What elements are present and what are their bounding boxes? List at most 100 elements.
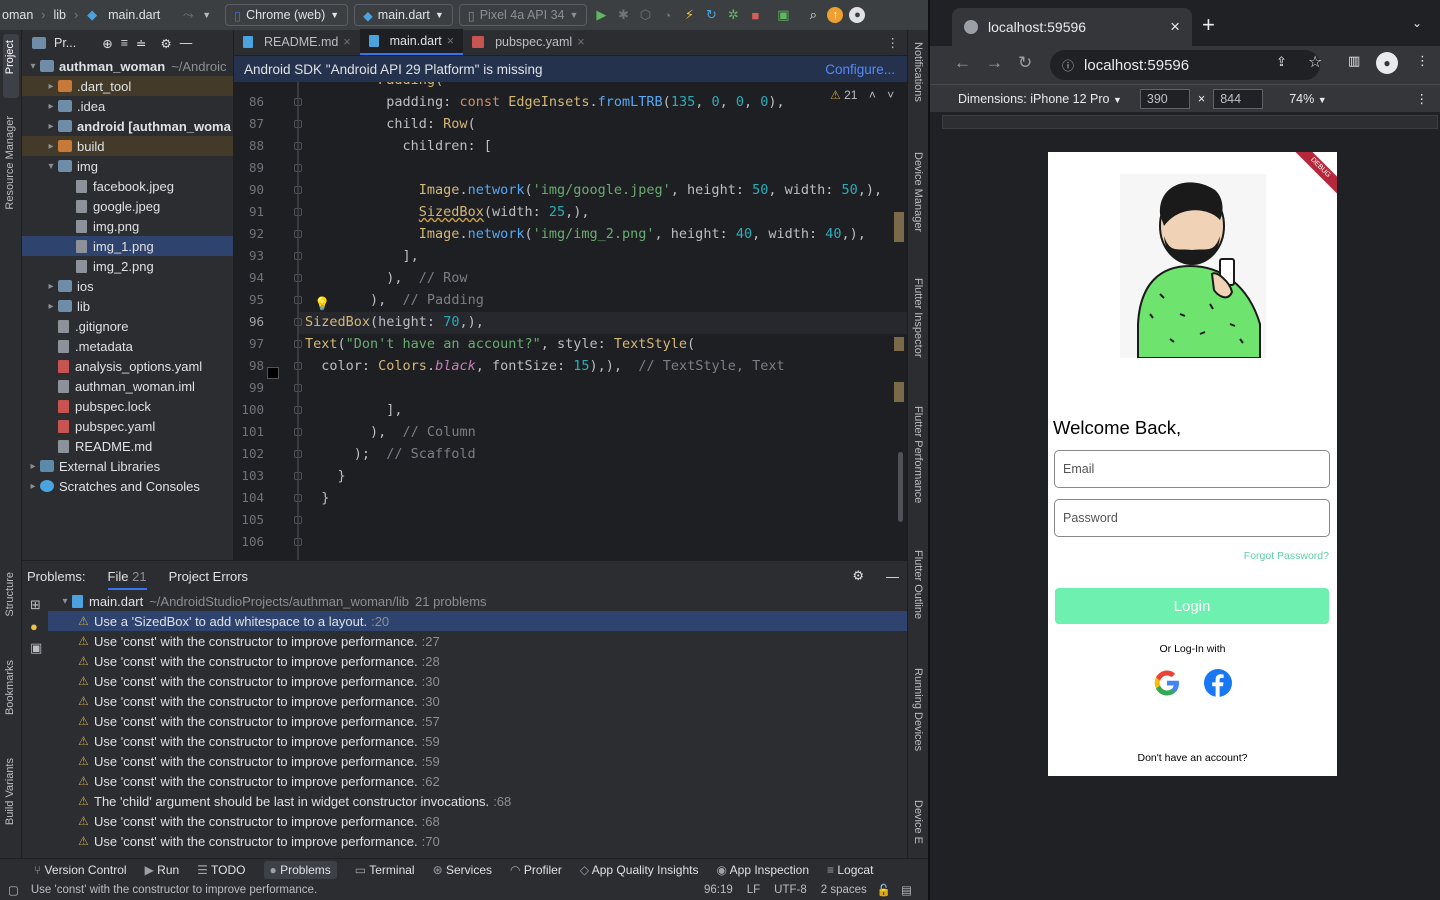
chevron-down-icon[interactable]: ▾ (44, 161, 58, 172)
chevron-down-icon[interactable]: ˅ (887, 88, 894, 102)
chevron-right-icon[interactable]: ▸ (44, 301, 58, 312)
group-icon[interactable]: ⊞ (30, 597, 48, 613)
toolwindow-services[interactable]: ⊛ Services (433, 863, 492, 877)
sidepanel-icon[interactable]: ▥ (1348, 53, 1360, 69)
viewport-height-input[interactable]: 844 (1213, 88, 1264, 109)
chevron-right-icon[interactable]: ▸ (44, 281, 58, 292)
color-swatch-black[interactable] (267, 367, 279, 379)
tree-item[interactable]: ▸ build (22, 136, 233, 156)
locate-icon[interactable]: ⊕ (102, 36, 112, 51)
toolwindow-running-devices[interactable]: Running Devices (912, 668, 924, 751)
chevron-right-icon[interactable]: ▸ (44, 81, 58, 92)
more-tabs-icon[interactable]: ⋮ (887, 35, 900, 50)
chevron-right-icon[interactable]: ▸ (26, 481, 40, 492)
breadcrumb-file[interactable]: main.dart (106, 8, 162, 22)
forgot-password-link[interactable]: Forgot Password? (1244, 550, 1329, 562)
tree-item[interactable]: ▸ lib (22, 296, 233, 316)
toolwindow-flutter-performance[interactable]: Flutter Performance (912, 406, 924, 503)
lightbulb-icon[interactable]: ● (30, 619, 48, 634)
configure-link[interactable]: Configure... (825, 62, 895, 77)
emulator-selector[interactable]: ▯ Pixel 4a API 34 ▼ (458, 4, 588, 26)
expand-all-icon[interactable]: ≡ (121, 36, 128, 50)
close-icon[interactable]: × (1170, 17, 1180, 37)
tree-item[interactable]: ▸ .dart_tool (22, 76, 233, 96)
toolwindow-structure[interactable]: Structure (4, 572, 16, 617)
share-icon[interactable]: ⇪ (1276, 54, 1287, 70)
toolwindow-build-variants[interactable]: Build Variants (4, 758, 16, 825)
profile-icon[interactable]: ◔ (659, 7, 675, 23)
chevron-right-icon[interactable]: ▸ (44, 141, 58, 152)
toolwindow-problems[interactable]: ● Problems (263, 860, 337, 879)
search-icon[interactable]: ⌕ (805, 7, 821, 23)
tree-item[interactable]: ▸ External Libraries (22, 456, 233, 476)
forward-icon[interactable]: → (986, 53, 1003, 73)
collapse-all-icon[interactable]: ≐ (136, 36, 146, 51)
lock-icon[interactable]: 🔓 (877, 883, 891, 897)
menu-icon[interactable]: ⋮ (1416, 53, 1429, 69)
run-config-selector[interactable]: ◆ main.dart ▼ (354, 4, 453, 26)
facebook-icon[interactable] (1203, 668, 1233, 698)
toolwindow-logcat[interactable]: ≡ Logcat (827, 863, 873, 877)
new-tab-icon[interactable]: + (1202, 12, 1215, 38)
toolwindow-flutter-outline[interactable]: Flutter Outline (912, 550, 924, 619)
toolwindow-device-explorer[interactable]: Device E (912, 800, 924, 844)
tree-item[interactable]: img_1.png (22, 236, 233, 256)
problem-item[interactable]: ⚠ Use 'const' with the constructor to imp… (48, 651, 907, 671)
tree-item[interactable]: README.md (22, 436, 233, 456)
problem-item[interactable]: ⚠ The 'child' argument should be last in … (48, 791, 907, 811)
toolwindow-resource-manager[interactable]: Resource Manager (4, 116, 16, 210)
problem-item[interactable]: ⚠ Use 'const' with the constructor to imp… (48, 811, 907, 831)
reload-icon[interactable]: ↻ (1018, 53, 1032, 73)
tab-main-dart[interactable]: main.dart × (359, 29, 464, 55)
bookmark-star-icon[interactable]: ☆ (1308, 52, 1322, 72)
chevron-right-icon[interactable]: ▸ (44, 121, 58, 132)
tree-item[interactable]: ▸ ios (22, 276, 233, 296)
toolwindow-bookmarks[interactable]: Bookmarks (4, 660, 16, 715)
attach-icon[interactable]: ⬡ (637, 7, 653, 23)
warning-counter[interactable]: ⚠ 21 ˄ ˅ (830, 88, 894, 102)
indent-setting[interactable]: 2 spaces (821, 884, 867, 896)
password-field[interactable]: Password (1054, 499, 1330, 537)
gear-icon[interactable]: ⚙ (852, 568, 864, 584)
tree-item[interactable]: facebook.jpeg (22, 176, 233, 196)
device-dimensions-select[interactable]: Dimensions: iPhone 12 Pro ▼ (958, 92, 1122, 106)
chevron-down-icon[interactable]: ▾ (26, 61, 40, 72)
run-icon[interactable]: ▶ (593, 7, 609, 23)
toolwindow-todo[interactable]: ☰ TODO (197, 863, 245, 877)
browser-tab[interactable]: localhost:59596 × (952, 8, 1192, 46)
tree-item[interactable]: google.jpeg (22, 196, 233, 216)
chevron-up-icon[interactable]: ˄ (869, 88, 876, 102)
login-button[interactable]: Login (1055, 588, 1329, 624)
back-icon[interactable]: ← (954, 53, 971, 73)
tree-item[interactable]: pubspec.lock (22, 396, 233, 416)
vcs-icon[interactable]: ⤳ (180, 7, 196, 23)
chevron-right-icon[interactable]: ▸ (44, 101, 58, 112)
viewport-width-input[interactable]: 390 (1139, 88, 1190, 109)
problem-item[interactable]: ⚠ Use 'const' with the constructor to imp… (48, 711, 907, 731)
problem-item[interactable]: ⚠ Use 'const' with the constructor to imp… (48, 771, 907, 791)
minimize-icon[interactable]: — (886, 569, 899, 584)
media-query-ruler[interactable] (942, 115, 1438, 129)
file-encoding[interactable]: UTF-8 (774, 884, 807, 896)
debug-icon[interactable]: ✱ (615, 7, 631, 23)
device-selector[interactable]: ▯ Chrome (web) ▼ (225, 4, 349, 26)
tree-item[interactable]: .gitignore (22, 316, 233, 336)
gear-icon[interactable]: ⚙ (161, 36, 172, 51)
bug-icon[interactable]: ✲ (725, 7, 741, 23)
problem-item[interactable]: ⚠ Use a 'SizedBox' to add whitespace to a… (48, 611, 907, 631)
tree-item[interactable]: ▾ img (22, 156, 233, 176)
tab-file-problems[interactable]: File 21 (107, 569, 147, 590)
stop-icon[interactable]: ■ (747, 7, 763, 23)
toolwindow-flutter-inspector[interactable]: Flutter Inspector (912, 278, 924, 357)
breadcrumb-lib[interactable]: lib (51, 8, 68, 22)
tree-item[interactable]: ▾ authman_woman ~/Androic (22, 56, 233, 76)
line-separator[interactable]: LF (747, 884, 760, 896)
tree-item[interactable]: pubspec.yaml (22, 416, 233, 436)
toolwindow-terminal[interactable]: ▭ Terminal (355, 863, 415, 877)
tree-item[interactable]: ▸ android [authman_woma (22, 116, 233, 136)
code-editor[interactable]: 86 87 88 89 90 91 92 93 94 95 96 97 98 99 100 101 102 103… (234, 82, 907, 560)
toolwindow-notifications[interactable]: Notifications (912, 42, 924, 102)
editor-scrollbar[interactable] (898, 452, 903, 522)
layout-icon[interactable]: ▢ (8, 883, 19, 897)
google-icon[interactable] (1152, 668, 1182, 698)
